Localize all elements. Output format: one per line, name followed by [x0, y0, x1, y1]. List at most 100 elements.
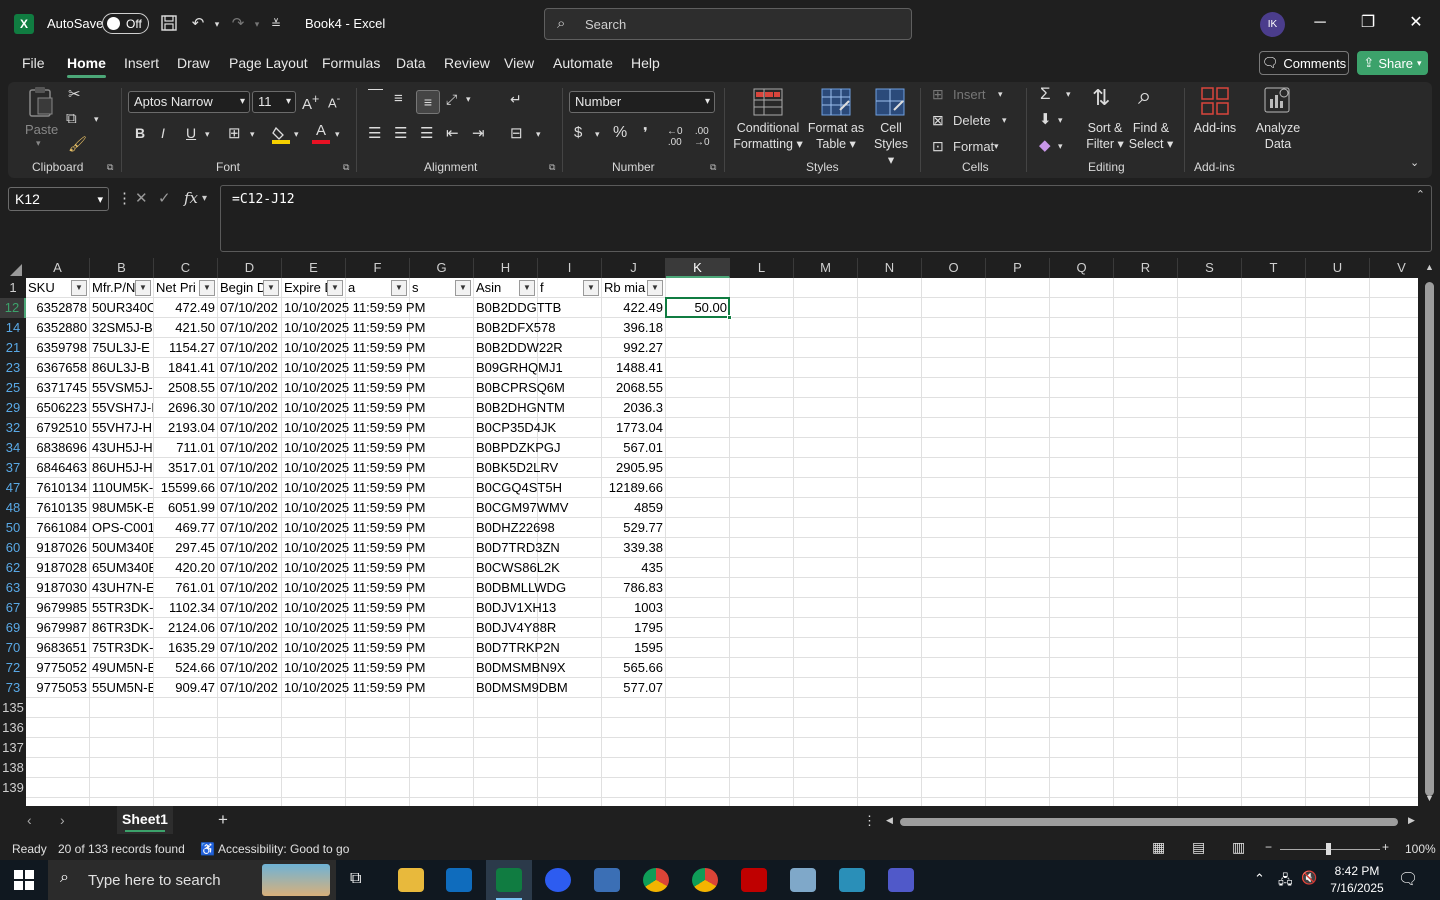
filter-dropdown-icon[interactable]: ▼: [199, 280, 215, 296]
asin-cell[interactable]: B0DMSM9DBM: [474, 678, 601, 698]
row-header-50[interactable]: 50: [0, 518, 26, 538]
tab-help[interactable]: Help: [631, 55, 660, 71]
minimize-icon[interactable]: ─: [1310, 12, 1330, 34]
begin-date-cell[interactable]: 07/10/202: [218, 498, 281, 518]
insert-cells-icon[interactable]: ⊞: [932, 86, 944, 103]
more-options-icon[interactable]: ⋮: [863, 813, 876, 829]
column-header-e[interactable]: E: [282, 258, 346, 278]
file-explorer-icon[interactable]: [398, 868, 424, 892]
mfr-cell[interactable]: 75UL3J-E: [90, 338, 153, 358]
mfr-cell[interactable]: 55VSH7J-I: [90, 398, 153, 418]
fill-color-dropdown-icon[interactable]: ▾: [294, 129, 299, 140]
filter-dropdown-icon[interactable]: ▼: [455, 280, 471, 296]
decrease-decimal-icon[interactable]: .00 →0: [694, 126, 710, 148]
rb-mia-cell[interactable]: 1488.41: [602, 358, 665, 378]
mfr-cell[interactable]: 86TR3DK-I: [90, 618, 153, 638]
alignment-launcher-icon[interactable]: ⧉: [549, 162, 555, 173]
save-icon[interactable]: [159, 14, 179, 34]
borders-dropdown-icon[interactable]: ▾: [250, 129, 255, 140]
sku-cell[interactable]: 9775052: [26, 658, 89, 678]
wrap-text-icon[interactable]: ↵: [510, 91, 522, 108]
sku-cell[interactable]: 7610134: [26, 478, 89, 498]
asin-cell[interactable]: B0DHZ22698: [474, 518, 601, 538]
mfr-cell[interactable]: 110UM5K-: [90, 478, 153, 498]
mfr-cell[interactable]: 50UM340E: [90, 538, 153, 558]
sku-cell[interactable]: 9775053: [26, 678, 89, 698]
row-header-62[interactable]: 62: [0, 558, 26, 578]
asin-cell[interactable]: B0DJV4Y88R: [474, 618, 601, 638]
column-header-i[interactable]: I: [538, 258, 602, 278]
comments-button[interactable]: 🗨 Comments: [1259, 51, 1349, 75]
tab-draw[interactable]: Draw: [177, 55, 210, 71]
font-launcher-icon[interactable]: ⧉: [343, 162, 349, 173]
sku-cell[interactable]: 6838696: [26, 438, 89, 458]
row-header-69[interactable]: 69: [0, 618, 26, 638]
underline-dropdown-icon[interactable]: ▾: [205, 129, 210, 140]
row-header-1[interactable]: 1: [0, 278, 26, 298]
net-price-cell[interactable]: 472.49: [154, 298, 217, 318]
sku-cell[interactable]: 6506223: [26, 398, 89, 418]
app-icon[interactable]: [839, 868, 865, 892]
column-header-k[interactable]: K: [666, 258, 730, 278]
align-right-icon[interactable]: ☰: [420, 124, 433, 142]
asin-cell[interactable]: B0DBMLLWDG: [474, 578, 601, 598]
expire-date-cell[interactable]: 10/10/2025 11:59:59 PM: [282, 658, 473, 678]
begin-date-cell[interactable]: 07/10/202: [218, 478, 281, 498]
net-price-cell[interactable]: 420.20: [154, 558, 217, 578]
expire-date-cell[interactable]: 10/10/2025 11:59:59 PM: [282, 498, 473, 518]
borders-icon[interactable]: ⊞: [228, 124, 241, 142]
row-header-25[interactable]: 25: [0, 378, 26, 398]
notes-app-icon[interactable]: [790, 868, 816, 892]
asin-cell[interactable]: B0B2DDW22R: [474, 338, 601, 358]
mfr-cell[interactable]: OPS-C001: [90, 518, 153, 538]
cancel-icon[interactable]: ✕: [135, 189, 148, 207]
sort-filter-button[interactable]: Sort & Filter ▾: [1082, 120, 1128, 152]
decrease-font-icon[interactable]: A-: [328, 93, 340, 110]
rb-mia-cell[interactable]: 529.77: [602, 518, 665, 538]
share-button[interactable]: ⇪ Share ▾: [1357, 51, 1428, 75]
begin-date-cell[interactable]: 07/10/202: [218, 638, 281, 658]
rb-mia-cell[interactable]: 992.27: [602, 338, 665, 358]
zoom-app-icon[interactable]: [545, 868, 571, 892]
row-header-135[interactable]: 135: [0, 698, 26, 718]
rb-mia-cell[interactable]: 2036.3: [602, 398, 665, 418]
enter-icon[interactable]: ✓: [158, 189, 171, 207]
addins-icon[interactable]: [1200, 86, 1230, 116]
sku-cell[interactable]: 9187030: [26, 578, 89, 598]
begin-date-cell[interactable]: 07/10/202: [218, 578, 281, 598]
column-header-b[interactable]: B: [90, 258, 154, 278]
sku-cell[interactable]: 9683651: [26, 638, 89, 658]
net-price-cell[interactable]: 1102.34: [154, 598, 217, 618]
net-price-cell[interactable]: 297.45: [154, 538, 217, 558]
font-color-dropdown-icon[interactable]: ▾: [335, 129, 340, 140]
asin-cell[interactable]: B0D7TRD3ZN: [474, 538, 601, 558]
insert-dropdown-icon[interactable]: ▾: [998, 89, 1003, 100]
normal-view-icon[interactable]: ▦: [1152, 839, 1165, 856]
zoom-in-icon[interactable]: +: [1382, 840, 1389, 854]
scroll-down-icon[interactable]: ▼: [1425, 793, 1434, 803]
expire-date-cell[interactable]: 10/10/2025 11:59:59 PM: [282, 338, 473, 358]
number-format-select[interactable]: Number ▾: [569, 91, 715, 113]
rb-mia-cell[interactable]: 422.49: [602, 298, 665, 318]
expire-date-cell[interactable]: 10/10/2025 11:59:59 PM: [282, 298, 473, 318]
net-price-cell[interactable]: 761.01: [154, 578, 217, 598]
rb-mia-cell[interactable]: 2905.95: [602, 458, 665, 478]
analyze-data-button[interactable]: Analyze Data: [1252, 120, 1304, 152]
filter-dropdown-icon[interactable]: ▼: [71, 280, 87, 296]
expire-date-cell[interactable]: 10/10/2025 11:59:59 PM: [282, 438, 473, 458]
cut-icon[interactable]: ✂: [68, 85, 81, 103]
column-header-o[interactable]: O: [922, 258, 986, 278]
sku-cell[interactable]: 9187028: [26, 558, 89, 578]
sku-cell[interactable]: 6352878: [26, 298, 89, 318]
teams-icon[interactable]: [888, 868, 914, 892]
begin-date-cell[interactable]: 07/10/202: [218, 338, 281, 358]
tab-automate[interactable]: Automate: [553, 55, 613, 71]
insert-function-icon[interactable]: fx: [184, 189, 198, 207]
column-header-s[interactable]: S: [1178, 258, 1242, 278]
page-layout-view-icon[interactable]: ▤: [1192, 839, 1205, 856]
rb-mia-cell[interactable]: 4859: [602, 498, 665, 518]
mfr-cell[interactable]: 55TR3DK-I: [90, 598, 153, 618]
filter-dropdown-icon[interactable]: ▼: [135, 280, 151, 296]
fill-color-icon[interactable]: [272, 124, 290, 144]
autosum-dropdown-icon[interactable]: ▾: [1066, 89, 1071, 100]
